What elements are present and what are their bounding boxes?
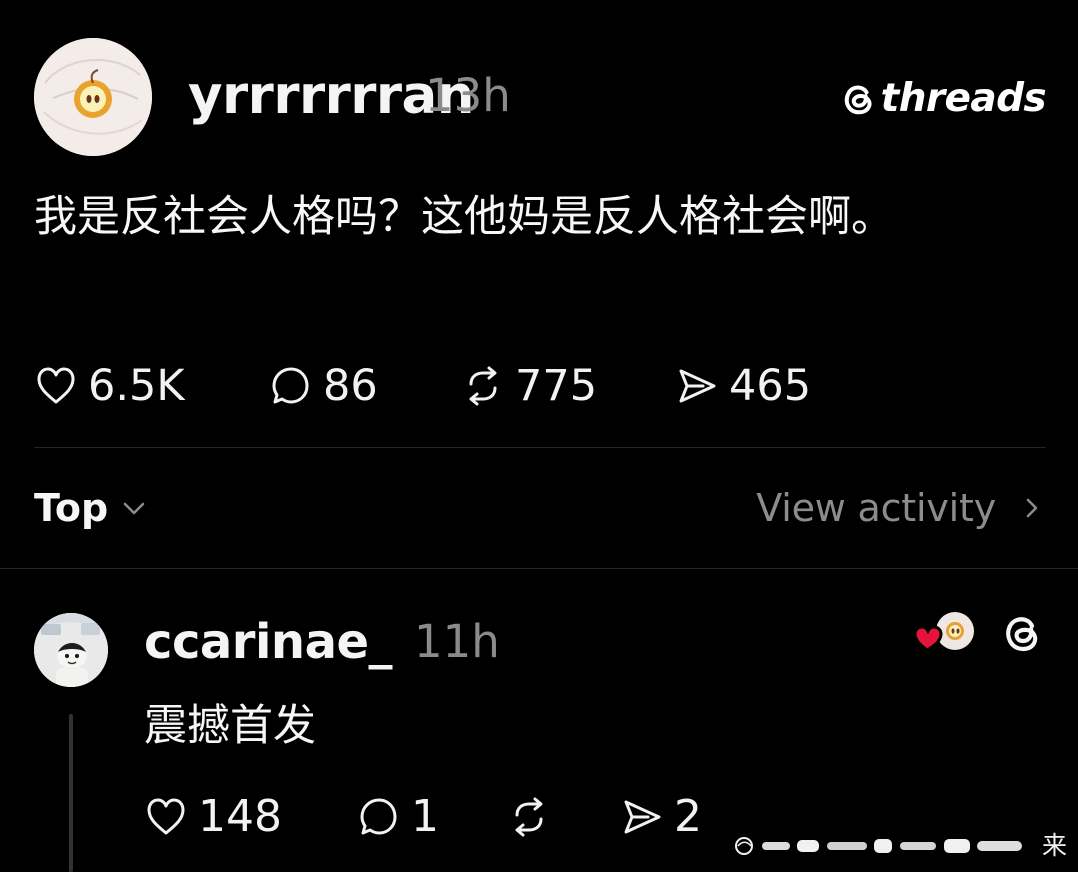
reply-like-count: 148 bbox=[198, 791, 282, 842]
send-icon bbox=[679, 369, 716, 403]
main-repost-button[interactable]: 775 bbox=[461, 361, 675, 411]
reply-comment-count: 1 bbox=[411, 791, 439, 842]
threads-brand-name: threads bbox=[880, 76, 1047, 121]
reply-post: ccarinae_ 11h 震撼首发 148 1 2 bbox=[0, 569, 1078, 872]
reply-repost-button[interactable] bbox=[507, 795, 620, 839]
reply-send-count: 2 bbox=[674, 791, 702, 842]
main-post-avatar[interactable] bbox=[34, 38, 152, 156]
main-send-button[interactable]: 465 bbox=[675, 361, 855, 411]
main-post-text: 我是反社会人格吗？这他妈是反人格社会啊。 bbox=[34, 192, 894, 242]
reply-text: 震撼首发 bbox=[144, 701, 316, 751]
chevron-right-icon bbox=[1026, 498, 1038, 518]
post-divider bbox=[34, 447, 1046, 448]
comment-icon bbox=[360, 798, 397, 835]
threads-brand: threads bbox=[834, 74, 1047, 124]
view-activity-button[interactable]: View activity bbox=[756, 484, 1044, 532]
heart-icon bbox=[37, 367, 75, 404]
main-send-count: 465 bbox=[729, 361, 812, 411]
top-sort-label: Top bbox=[34, 486, 109, 530]
main-post-time: 13h bbox=[425, 69, 511, 122]
main-repost-count: 775 bbox=[515, 361, 598, 411]
reply-comment-button[interactable]: 1 bbox=[357, 792, 507, 842]
reply-like-button[interactable]: 148 bbox=[144, 792, 357, 842]
chevron-down-icon bbox=[123, 502, 145, 515]
heart-with-avatar-icon bbox=[913, 612, 974, 652]
repost-icon bbox=[469, 366, 497, 406]
main-comment-count: 86 bbox=[323, 361, 378, 411]
reply-username[interactable]: ccarinae_ bbox=[144, 614, 393, 670]
repost-icon bbox=[515, 797, 543, 837]
main-comment-button[interactable]: 86 bbox=[269, 361, 461, 411]
reply-time: 11h bbox=[414, 615, 500, 668]
main-post-actions: 6.5K 86 775 465 bbox=[34, 357, 855, 415]
reply-avatar[interactable] bbox=[34, 613, 108, 687]
top-sort-dropdown[interactable]: Top bbox=[34, 484, 148, 532]
threads-logo-icon bbox=[844, 85, 872, 115]
main-like-count: 6.5K bbox=[88, 361, 185, 411]
main-like-button[interactable]: 6.5K bbox=[34, 361, 269, 411]
reply-send-button[interactable]: 2 bbox=[620, 792, 740, 842]
apple-slice-avatar-icon bbox=[34, 38, 152, 156]
character-avatar-icon bbox=[34, 613, 108, 687]
send-icon bbox=[624, 800, 661, 834]
comment-icon bbox=[272, 367, 309, 404]
reply-actions: 148 1 2 bbox=[144, 788, 740, 846]
threads-logo-icon bbox=[1006, 617, 1038, 652]
replies-sort-row: Top View activity bbox=[0, 470, 1078, 546]
heart-icon bbox=[147, 798, 185, 835]
reply-thread-line bbox=[69, 714, 73, 872]
view-activity-label: View activity bbox=[756, 486, 996, 530]
main-post: yrrrrrrran 13h threads 我是反社会人格吗？这他妈是反人格社… bbox=[0, 0, 1078, 450]
